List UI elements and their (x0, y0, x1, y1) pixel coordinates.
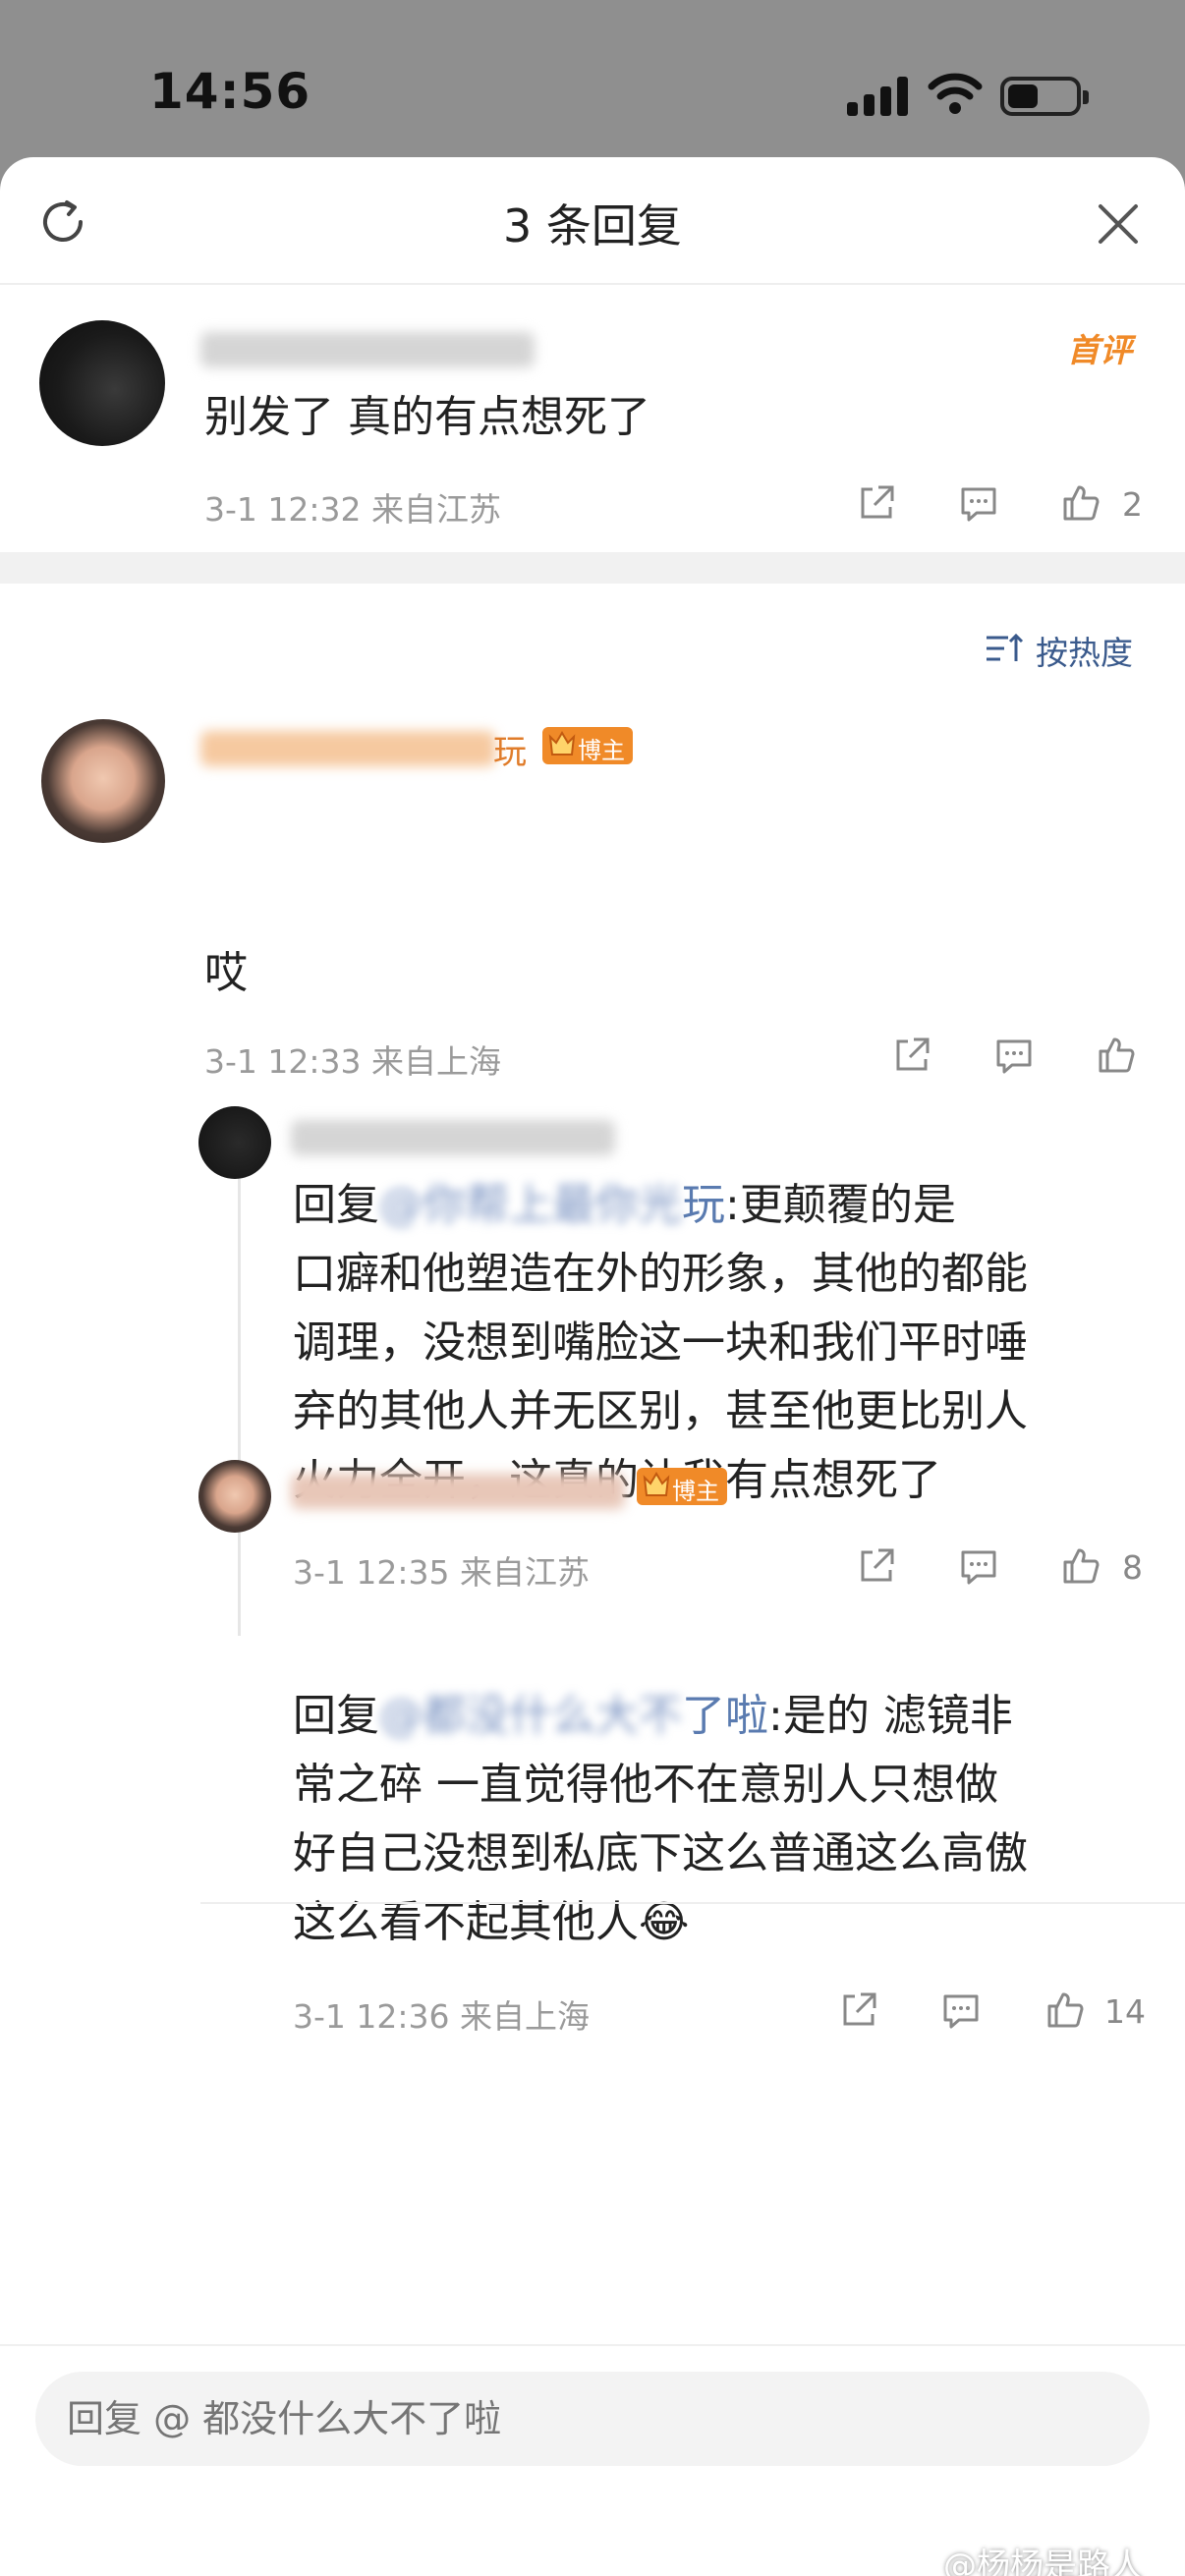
reply-line: 回复@你帮上最你光玩:更颠覆的是 (293, 1171, 1157, 1240)
status-time: 14:56 (149, 63, 311, 120)
reply-text: 回复@都没什么大不了啦:是的 滤镜非 常之碎 一直觉得他不在意别人只想做 好自己… (293, 1682, 1157, 1957)
like-count: 8 (1122, 1548, 1143, 1587)
username-blurred[interactable] (291, 1474, 625, 1509)
username-blurred[interactable] (291, 1120, 615, 1155)
blogger-badge: 博主 (542, 727, 633, 764)
reply-line-text: :是的 滤镜非 (768, 1691, 1013, 1741)
like-icon[interactable] (1095, 1034, 1138, 1077)
like-count: 2 (1122, 485, 1143, 524)
share-icon[interactable] (890, 1034, 933, 1077)
battery-icon (1000, 77, 1089, 116)
like-count: 14 (1104, 1992, 1146, 2031)
first-comment-tag: 首评 (1067, 331, 1132, 369)
reply-input[interactable] (35, 2372, 1150, 2466)
sort-by-hot-button[interactable]: 按热度 (1036, 627, 1133, 674)
sort-label: 按热度 (1036, 634, 1133, 672)
wifi-icon (928, 73, 983, 114)
section-gap (0, 552, 1185, 584)
comment-icon[interactable] (957, 1544, 1000, 1588)
reply-text: 回复@你帮上最你光玩:更颠覆的是 口癖和他塑造在外的形象，其他的都能 调理，没想… (293, 1171, 1157, 1515)
avatar[interactable] (39, 320, 165, 446)
share-icon[interactable] (855, 1544, 898, 1588)
share-icon[interactable] (855, 481, 898, 525)
avatar[interactable] (198, 1460, 271, 1533)
reply-line: 回复@都没什么大不了啦:是的 滤镜非 (293, 1682, 1157, 1751)
mention-blurred[interactable]: @都没什么大不 (379, 1691, 682, 1741)
sort-icon[interactable] (985, 632, 1024, 665)
like-icon[interactable] (1044, 1988, 1087, 2032)
reply-line: 弃的其他人并无区别，甚至他更比别人 (293, 1386, 1028, 1436)
crown-icon (548, 731, 576, 756)
laugh-cry-emoji: 😂 (639, 1897, 690, 1947)
divider (200, 1902, 1185, 1904)
comment-meta: 3-1 12:32 来自江苏 (204, 490, 501, 529)
reply-line: 常之碎 一直觉得他不在意别人只想做 (293, 1760, 998, 1810)
like-icon[interactable] (1059, 1544, 1102, 1588)
badge-label: 博主 (672, 1478, 719, 1505)
reply-line: 口癖和他塑造在外的形象，其他的都能 (293, 1249, 1028, 1299)
sheet-header: 3 条回复 (0, 157, 1185, 285)
close-icon[interactable] (1095, 200, 1142, 248)
badge-label: 博主 (578, 737, 625, 764)
comment-meta: 3-1 12:33 来自上海 (204, 1042, 501, 1081)
reply-line-text: :更颠覆的是 (725, 1180, 956, 1230)
share-icon[interactable] (837, 1988, 880, 2032)
reply-prefix: 回复 (293, 1691, 379, 1741)
reply-meta: 3-1 12:35 来自江苏 (293, 1553, 590, 1592)
crown-icon (643, 1472, 670, 1496)
mention-tail[interactable]: 玩 (682, 1180, 725, 1230)
reply-line: 好自己没想到私底下这么普通这么高傲 (293, 1828, 1028, 1878)
avatar[interactable] (198, 1106, 271, 1179)
comment-icon[interactable] (992, 1034, 1036, 1077)
comment-icon[interactable] (939, 1988, 983, 2032)
comment-text: 别发了 真的有点想死了 (204, 392, 650, 442)
reply-line: 调理，没想到嘴脸这一块和我们平时唾 (293, 1317, 1028, 1368)
reply-meta: 3-1 12:36 来自上海 (293, 1997, 590, 2036)
thread-line (238, 1145, 241, 1636)
watermark: @杨杨是路人 (943, 2547, 1144, 2576)
like-icon[interactable] (1059, 481, 1102, 525)
mention-blurred[interactable]: @你帮上最你光 (379, 1180, 682, 1230)
status-bar: 14:56 (0, 0, 1185, 157)
comment-text: 哎 (204, 948, 248, 998)
mention-tail[interactable]: 了啦 (682, 1691, 768, 1741)
signal-icon (847, 77, 910, 116)
blogger-badge: 博主 (637, 1468, 727, 1505)
comment-icon[interactable] (957, 481, 1000, 525)
reply-line-text: 这么看不起其他人 (293, 1897, 639, 1947)
reply-line: 这么看不起其他人😂 (293, 1888, 1157, 1957)
reply-prefix: 回复 (293, 1180, 379, 1230)
username-blurred[interactable] (200, 332, 535, 367)
avatar[interactable] (41, 719, 165, 843)
sheet-title: 3 条回复 (503, 199, 682, 252)
replies-sheet: 3 条回复 首评 别发了 真的有点想死了 3-1 12:32 来自江苏 2 按热… (0, 157, 1185, 2576)
username-visible-tail: 玩 (493, 733, 527, 772)
username-blurred[interactable] (200, 731, 495, 766)
